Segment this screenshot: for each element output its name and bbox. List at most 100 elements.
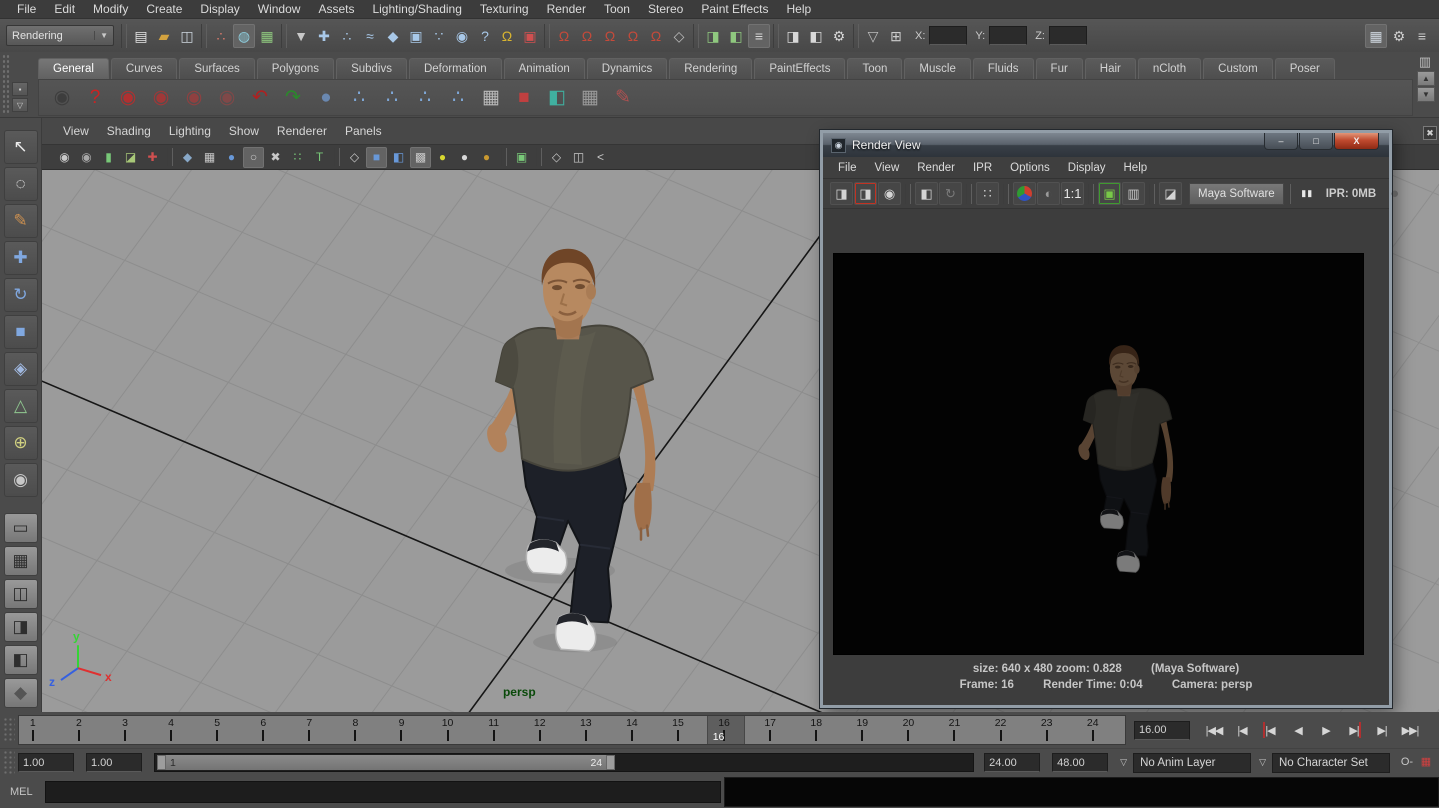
combined-selection-mask-dropdown-icon[interactable]: ▼ [290,24,312,48]
step-back-key-button[interactable]: |◀ [1258,719,1282,741]
snap-to-view-planes-icon[interactable]: Ω [645,24,667,48]
rv-menu-help[interactable]: Help [1115,161,1157,175]
panel-menu-view[interactable]: View [54,123,98,139]
default-lighting-icon[interactable]: ● [432,147,453,168]
select-surfaces-icon[interactable]: ◆ [382,24,404,48]
rendered-image[interactable] [833,253,1364,655]
panel-menu-renderer[interactable]: Renderer [268,123,336,139]
panel-menu-panels[interactable]: Panels [336,123,391,139]
shelf-tab-fur[interactable]: Fur [1036,58,1083,79]
rv-menu-ipr[interactable]: IPR [964,161,1001,175]
shelf-tab-subdivs[interactable]: Subdivs [336,58,407,79]
field-chart-icon[interactable]: ✖ [265,147,286,168]
select-curves-icon[interactable]: ≈ [359,24,381,48]
shelf-tab-deformation[interactable]: Deformation [409,58,502,79]
time-slider[interactable]: 1234567891011121314151617181920212223241… [18,715,1126,745]
shelf-tab-rendering[interactable]: Rendering [669,58,752,79]
last-tool-used-icon[interactable]: ◉ [4,463,38,497]
select-handles-icon[interactable]: ✚ [313,24,335,48]
image-plane-icon[interactable]: ◪ [120,147,141,168]
all-lights-icon[interactable]: ● [454,147,475,168]
uv-texture-editor-icon[interactable]: ▦ [577,84,603,112]
transform-field-dropdown-icon[interactable]: ▽ [862,24,884,48]
highlight-selection-mode-icon[interactable]: ▣ [519,24,541,48]
panel-close-icon[interactable]: ✖ [1423,126,1437,140]
render-current-frame-icon[interactable]: ◨ [782,24,804,48]
show-manipulator-tool-icon[interactable]: ⊕ [4,426,38,460]
step-forward-key-button[interactable]: ▶| [1342,719,1366,741]
redo-icon[interactable]: ↷ [280,84,306,112]
command-line-results[interactable] [724,777,1439,807]
universal-manipulator-tool-icon[interactable]: ◈ [4,352,38,386]
2d-pan-zoom-icon[interactable]: ✚ [142,147,163,168]
soft-modification-tool-icon[interactable]: △ [4,389,38,423]
display-render-settings-icon[interactable]: ⚙ [828,24,850,48]
open-scene-icon[interactable]: ▰ [153,24,175,48]
four-pane-layout-button[interactable]: ▦ [4,546,38,576]
render-icon[interactable]: ◨ [830,182,853,205]
flat-shade-display-icon[interactable]: ◧ [388,147,409,168]
playback-start-field[interactable] [86,753,142,772]
select-character-set-key-icon[interactable]: O- [1398,753,1416,773]
redo-previous-render-icon[interactable]: ◨ [854,182,877,205]
bookmarks-icon[interactable]: ▮ [98,147,119,168]
paint-skin-weights-icon[interactable]: ✎ [610,84,636,112]
shelf-tab-fluids[interactable]: Fluids [973,58,1034,79]
shelf-item-menu-button[interactable]: ▪ [12,82,28,96]
toolbox-mascot-icon[interactable]: ◆ [4,678,38,708]
construction-history-icon[interactable]: ≡ [748,24,770,48]
time-slider-grip[interactable] [3,717,15,743]
ipr-render-icon[interactable]: ◧ [915,182,938,205]
shelf-tab-painteffects[interactable]: PaintEffects [754,58,845,79]
film-gate-icon[interactable]: ▦ [199,147,220,168]
gate-mask-icon[interactable]: ○ [243,147,264,168]
shelf-tab-poser[interactable]: Poser [1275,58,1335,79]
remove-image-icon[interactable]: ▥ [1122,182,1145,205]
grid-toggle-icon[interactable]: ◆ [177,147,198,168]
one-to-one-zoom-icon[interactable]: 1:1 [1061,182,1084,205]
command-line-input[interactable] [45,781,721,803]
command-language-label[interactable]: MEL [10,786,33,798]
menu-window[interactable]: Window [249,1,310,17]
create-camera-aim-icon[interactable]: ◉ [148,84,174,112]
menu-display[interactable]: Display [191,1,248,17]
menu-render[interactable]: Render [538,1,595,17]
shelf-tab-hair[interactable]: Hair [1085,58,1136,79]
new-scene-icon[interactable]: ▤ [130,24,152,48]
rv-menu-options[interactable]: Options [1001,161,1059,175]
open-render-settings-icon[interactable]: ◪ [1159,182,1182,205]
shelf-scroll-down-button[interactable]: ▼ [1417,87,1435,102]
menu-modify[interactable]: Modify [84,1,137,17]
refresh-ipr-image-icon[interactable]: ↻ [939,182,962,205]
move-tool-icon[interactable]: ✚ [4,241,38,275]
shelf-tab-curves[interactable]: Curves [111,58,177,79]
attribute-editor-icon[interactable]: ▦ [1365,24,1387,48]
channel-box-icon[interactable]: ≡ [1411,24,1433,48]
range-slider-grip[interactable] [3,750,15,776]
select-tool-icon[interactable]: ↖ [4,130,38,164]
lock-selection-icon[interactable]: Ω [496,24,518,48]
y-coord-field[interactable] [989,26,1027,45]
x-coord-field[interactable] [929,26,967,45]
select-miscellaneous-icon[interactable]: ? [474,24,496,48]
shelf-tab-menu-button[interactable]: ▽ [12,98,28,112]
absolute-transform-icon[interactable]: ⊞ [885,24,907,48]
duplicate-view-icon[interactable]: ◫ [568,147,589,168]
playback-end-field[interactable] [984,753,1040,772]
range-start-handle[interactable] [157,755,166,770]
input-connections-icon[interactable]: ◨ [702,24,724,48]
ik-spline-tool-icon[interactable]: ∴ [412,84,438,112]
graph-persp-layout-button[interactable]: ◨ [4,612,38,642]
snap-to-points-icon[interactable]: Ω [599,24,621,48]
select-points-icon[interactable]: ∴ [336,24,358,48]
go-to-end-button[interactable]: ▶▶| [1398,719,1422,741]
menu-toon[interactable]: Toon [595,1,639,17]
smooth-shade-display-icon[interactable]: ■ [366,147,387,168]
render-view-titlebar[interactable]: ◉ Render View –□X [823,133,1389,157]
menu-stereo[interactable]: Stereo [639,1,692,17]
z-coord-field[interactable] [1049,26,1087,45]
minimize-button[interactable]: – [1264,133,1298,150]
select-camera-icon[interactable]: ◉ [54,147,75,168]
menu-file[interactable]: File [8,1,45,17]
menu-paint-effects[interactable]: Paint Effects [692,1,777,17]
